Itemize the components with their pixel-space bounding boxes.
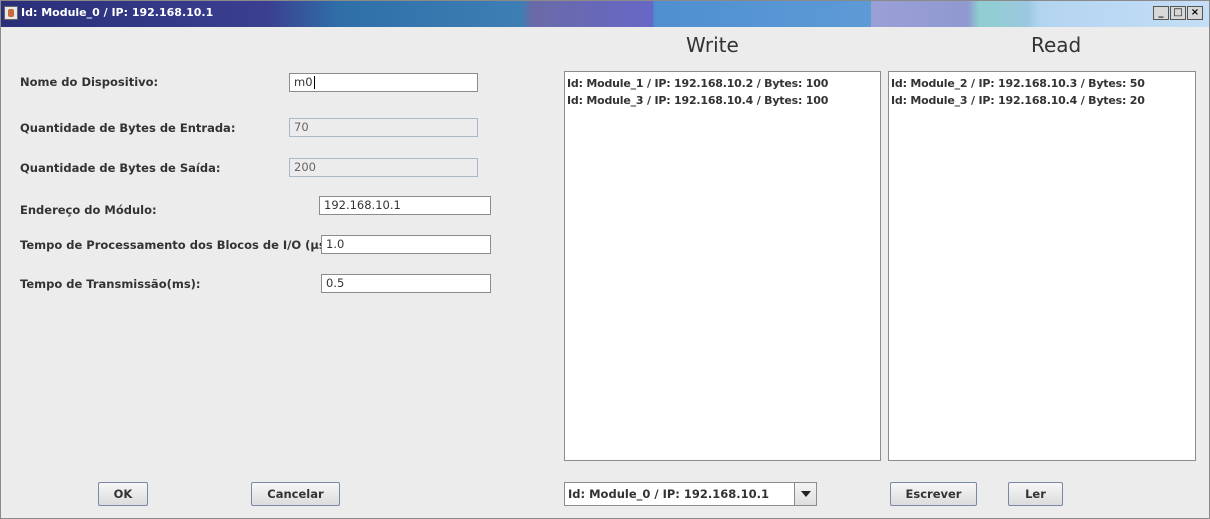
list-item[interactable]: Id: Module_3 / IP: 192.168.10.4 / Bytes:… — [891, 92, 1195, 109]
device-name-value: m0 — [294, 75, 313, 89]
list-item[interactable]: Id: Module_2 / IP: 192.168.10.3 / Bytes:… — [891, 75, 1195, 92]
close-icon: × — [1190, 7, 1200, 18]
device-name-label: Nome do Dispositivo: — [20, 75, 159, 89]
close-button[interactable]: × — [1187, 6, 1203, 20]
input-bytes-field: 70 — [289, 118, 478, 137]
processing-time-input[interactable]: 1.0 — [321, 235, 491, 254]
window-controls: _ □ × — [1152, 6, 1203, 20]
module-address-label: Endereço do Módulo: — [20, 203, 157, 217]
device-name-input[interactable]: m0 — [289, 73, 478, 92]
window-title: Id: Module_0 / IP: 192.168.10.1 — [21, 6, 214, 19]
module-select[interactable]: Id: Module_0 / IP: 192.168.10.1 — [564, 482, 817, 506]
write-heading: Write — [686, 33, 739, 57]
text-caret — [313, 76, 315, 89]
module-select-value: Id: Module_0 / IP: 192.168.10.1 — [568, 487, 770, 501]
maximize-icon: □ — [1173, 7, 1183, 18]
minimize-button[interactable]: _ — [1153, 6, 1169, 20]
output-bytes-field: 200 — [289, 158, 478, 177]
transmission-time-label: Tempo de Transmissão(ms): — [20, 277, 201, 291]
java-app-icon — [4, 6, 18, 20]
cancel-button[interactable]: Cancelar — [251, 482, 340, 506]
read-list[interactable]: Id: Module_2 / IP: 192.168.10.3 / Bytes:… — [888, 71, 1196, 461]
module-dialog-window: Id: Module_0 / IP: 192.168.10.1 _ □ × No… — [0, 0, 1210, 519]
title-bar[interactable]: Id: Module_0 / IP: 192.168.10.1 _ □ × — [1, 1, 1209, 27]
output-bytes-label: Quantidade de Bytes de Saída: — [20, 161, 221, 175]
input-bytes-label: Quantidade de Bytes de Entrada: — [20, 121, 236, 135]
transmission-time-input[interactable]: 0.5 — [321, 274, 491, 293]
list-item[interactable]: Id: Module_3 / IP: 192.168.10.4 / Bytes:… — [567, 92, 880, 109]
list-item[interactable]: Id: Module_1 / IP: 192.168.10.2 / Bytes:… — [567, 75, 880, 92]
maximize-button[interactable]: □ — [1170, 6, 1186, 20]
read-heading: Read — [1031, 33, 1082, 57]
ok-button[interactable]: OK — [98, 482, 148, 506]
write-list[interactable]: Id: Module_1 / IP: 192.168.10.2 / Bytes:… — [564, 71, 881, 461]
module-address-input[interactable]: 192.168.10.1 — [319, 196, 491, 215]
read-button[interactable]: Ler — [1008, 482, 1063, 506]
chevron-down-icon[interactable] — [794, 483, 816, 505]
processing-time-label: Tempo de Processamento dos Blocos de I/O… — [20, 238, 336, 252]
write-button[interactable]: Escrever — [890, 482, 977, 506]
minimize-icon: _ — [1158, 7, 1164, 18]
